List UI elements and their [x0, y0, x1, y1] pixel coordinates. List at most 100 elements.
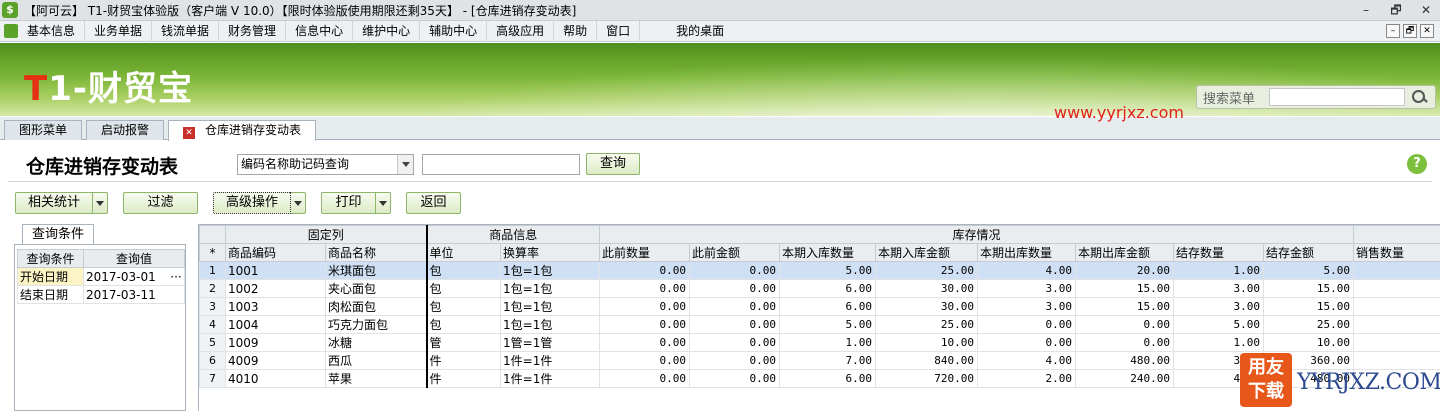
table-cell[interactable]: 5.00 [1173, 315, 1265, 334]
table-cell[interactable]: 0. [1353, 315, 1440, 334]
table-cell[interactable]: 4.00 [977, 351, 1077, 370]
table-cell[interactable]: 1002 [225, 279, 326, 298]
tab-graphic-menu[interactable]: 图形菜单 [4, 120, 83, 140]
table-cell[interactable]: 1.00 [1173, 333, 1265, 352]
table-cell[interactable]: 0.00 [689, 261, 781, 280]
table-cell[interactable]: 1009 [225, 333, 326, 352]
close-button[interactable]: ✕ [1418, 2, 1434, 18]
tab-startup-alerts[interactable]: 启动报警 [86, 120, 165, 140]
table-cell[interactable]: 240.00 [1075, 369, 1175, 388]
col-period-out-qty[interactable]: 本期出库数量 [977, 243, 1077, 262]
mdi-close-button[interactable]: ✕ [1420, 24, 1434, 38]
col-prior-qty[interactable]: 此前数量 [599, 243, 691, 262]
table-cell[interactable]: 6.00 [779, 279, 877, 298]
tab-inventory-report[interactable]: ✕ 仓库进销存变动表 [168, 120, 317, 141]
table-cell[interactable]: 3.00 [977, 297, 1077, 316]
col-product-name[interactable]: 商品名称 [324, 243, 428, 262]
table-cell[interactable]: 包 [426, 315, 502, 334]
table-cell[interactable]: 1包=1包 [500, 297, 601, 316]
print-dropdown-icon[interactable] [376, 192, 391, 214]
table-cell[interactable]: 1003 [225, 297, 326, 316]
stats-button[interactable]: 相关统计 [15, 192, 93, 214]
table-cell[interactable]: 0.00 [689, 351, 781, 370]
menu-advanced[interactable]: 高级应用 [487, 20, 555, 42]
table-cell[interactable]: 0. [1353, 333, 1440, 352]
table-cell[interactable]: 米琪面包 [324, 261, 428, 280]
table-cell[interactable]: 4009 [225, 351, 326, 370]
query-mode-select[interactable]: 编码名称助记码查询 [237, 154, 414, 175]
table-cell[interactable]: 件 [426, 351, 502, 370]
table-row[interactable]: 4 1004 巧克力面包包 1包=1包 0.00 0.00 5.00 25.00 0.00 0.0… [199, 315, 1440, 334]
table-cell[interactable]: 巧克力面包 [324, 315, 428, 334]
table-cell[interactable]: 25.00 [1263, 315, 1355, 334]
table-cell[interactable]: 冰糖 [324, 333, 428, 352]
table-cell[interactable]: 1管=1管 [500, 333, 601, 352]
col-balance-qty[interactable]: 结存数量 [1173, 243, 1265, 262]
table-cell[interactable]: 0.00 [599, 315, 691, 334]
mdi-minimize-button[interactable]: – [1386, 24, 1400, 38]
table-cell[interactable]: 0.00 [1075, 315, 1175, 334]
table-cell[interactable]: 包 [426, 261, 502, 280]
col-sales-qty[interactable]: 销售数量 [1353, 243, 1440, 262]
menu-my-desktop[interactable]: 我的桌面 [640, 21, 733, 42]
search-input[interactable] [1269, 88, 1405, 106]
table-cell[interactable]: 2. [1353, 261, 1440, 280]
menu-cashflow-docs[interactable]: 钱流单据 [152, 20, 220, 42]
table-cell[interactable]: 1包=1包 [500, 279, 601, 298]
advanced-dropdown-icon[interactable] [291, 192, 306, 214]
col-product-code[interactable]: 商品编码 [225, 243, 326, 262]
menu-assist[interactable]: 辅助中心 [420, 20, 488, 42]
table-cell[interactable]: 1件=1件 [500, 369, 601, 388]
table-cell[interactable]: 0.00 [689, 333, 781, 352]
table-cell[interactable]: 0.00 [599, 279, 691, 298]
table-cell[interactable]: 苹果 [324, 369, 428, 388]
table-cell[interactable]: 3.00 [1173, 279, 1265, 298]
table-cell[interactable]: 20.00 [1075, 261, 1175, 280]
table-cell[interactable]: 480.00 [1075, 351, 1175, 370]
table-cell[interactable]: 包 [426, 297, 502, 316]
col-period-in-amount[interactable]: 本期入库金额 [875, 243, 979, 262]
table-cell[interactable]: 3.00 [1173, 297, 1265, 316]
menu-finance[interactable]: 财务管理 [219, 20, 287, 42]
table-cell[interactable]: 0.00 [689, 369, 781, 388]
table-cell[interactable]: 15.00 [1263, 279, 1355, 298]
menu-window[interactable]: 窗口 [597, 20, 641, 42]
table-cell[interactable]: 4010 [225, 369, 326, 388]
table-cell[interactable]: 1件=1件 [500, 351, 601, 370]
table-cell[interactable]: 30.00 [875, 279, 979, 298]
table-cell[interactable]: 7.00 [779, 351, 877, 370]
menu-business-docs[interactable]: 业务单据 [85, 20, 153, 42]
table-cell[interactable]: 0.00 [599, 297, 691, 316]
advanced-button[interactable]: 高级操作 [213, 192, 291, 214]
tab-query-conditions[interactable]: 查询条件 [22, 224, 94, 245]
table-row[interactable]: 5 1009 冰糖管 1管=1管 0.00 0.00 1.00 10.00 0.00 0.00 1.… [199, 333, 1440, 352]
table-cell[interactable]: 0.00 [689, 315, 781, 334]
table-cell[interactable]: 0.00 [599, 333, 691, 352]
table-cell[interactable]: 5.00 [779, 261, 877, 280]
table-cell[interactable]: 25.00 [875, 315, 979, 334]
stats-dropdown-icon[interactable] [93, 192, 108, 214]
table-cell[interactable]: 0.00 [977, 333, 1077, 352]
table-cell[interactable]: 0.00 [977, 315, 1077, 334]
table-cell[interactable]: 1001 [225, 261, 326, 280]
table-cell[interactable]: 15.00 [1263, 297, 1355, 316]
table-cell[interactable]: 25.00 [875, 261, 979, 280]
table-cell[interactable]: 4.00 [977, 261, 1077, 280]
table-cell[interactable]: 0.00 [599, 369, 691, 388]
table-row[interactable]: 2 1002 夹心面包包 1包=1包 0.00 0.00 6.00 30.00 3.00 15.0… [199, 279, 1440, 298]
col-unit[interactable]: 单位 [426, 243, 502, 262]
col-balance-amount[interactable]: 结存金额 [1263, 243, 1355, 262]
col-period-in-qty[interactable]: 本期入库数量 [779, 243, 877, 262]
mdi-restore-button[interactable]: 🗗 [1403, 24, 1417, 38]
table-cell[interactable]: 10.00 [1263, 333, 1355, 352]
table-cell[interactable]: 1. [1353, 279, 1440, 298]
table-cell[interactable]: 2.00 [977, 369, 1077, 388]
menu-info-center[interactable]: 信息中心 [286, 20, 354, 42]
start-date-field[interactable]: 2017-03-01 ··· [83, 267, 185, 286]
table-cell[interactable]: 0.00 [689, 279, 781, 298]
table-cell[interactable]: 0.00 [1075, 333, 1175, 352]
menu-basic-info[interactable]: 基本信息 [18, 20, 86, 42]
table-cell[interactable]: 15.00 [1075, 279, 1175, 298]
query-button[interactable]: 查询 [586, 153, 640, 175]
table-cell[interactable]: 720.00 [875, 369, 979, 388]
